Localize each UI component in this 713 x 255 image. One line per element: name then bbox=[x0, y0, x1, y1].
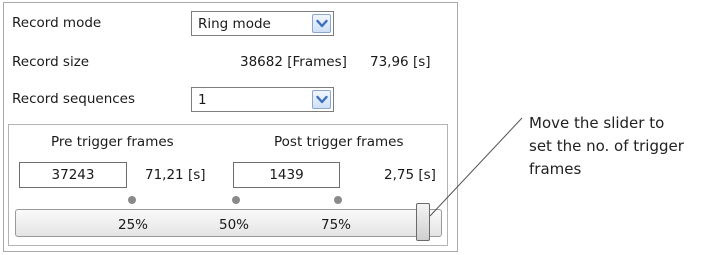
annotation-line-3: frames bbox=[529, 160, 582, 178]
annotation-line-2: set the no. of trigger bbox=[529, 137, 684, 155]
annotation-line-1: Move the slider to bbox=[529, 114, 665, 132]
annotation-callout: Move the slider to set the no. of trigge… bbox=[529, 112, 684, 181]
